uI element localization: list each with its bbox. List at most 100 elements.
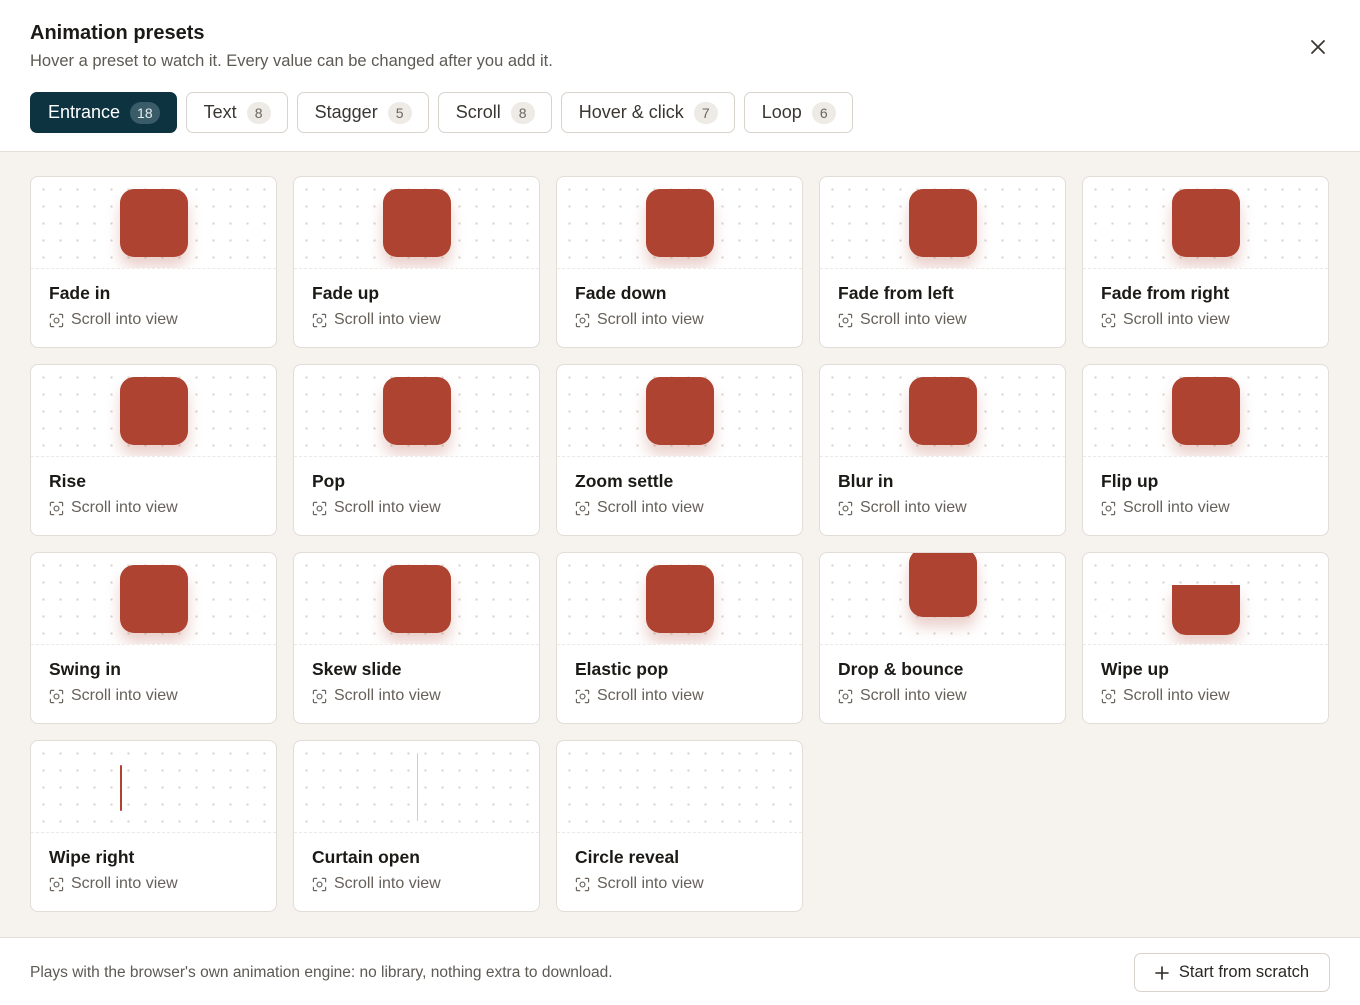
- preset-card-skew-slide[interactable]: Skew slide Scroll into view: [293, 552, 540, 724]
- preview-shape: [417, 753, 418, 821]
- trigger-label: Scroll into view: [1123, 311, 1230, 328]
- preset-card-fade-in[interactable]: Fade in Scroll into view: [30, 176, 277, 348]
- start-from-scratch-button[interactable]: Start from scratch: [1134, 953, 1330, 992]
- preset-trigger: Scroll into view: [575, 875, 704, 893]
- preset-name: Fade from right: [1101, 283, 1230, 303]
- preset-trigger: Scroll into view: [838, 499, 967, 517]
- tab-stagger[interactable]: Stagger 5: [296, 92, 429, 133]
- preset-card-drop-bounce[interactable]: Drop & bounce Scroll into view: [819, 552, 1066, 724]
- scroll-view-icon: [1101, 501, 1116, 516]
- preset-name: Circle reveal: [575, 847, 680, 867]
- scroll-view-icon: [1101, 313, 1116, 328]
- scroll-view-icon: [575, 689, 590, 704]
- preview-stage: [557, 553, 802, 645]
- tab-label: Text: [203, 102, 237, 122]
- preset-trigger: Scroll into view: [838, 687, 967, 705]
- preset-card-fade-down[interactable]: Fade down Scroll into view: [556, 176, 803, 348]
- preview-shape: [646, 565, 714, 633]
- preset-card-wipe-right[interactable]: Wipe right Scroll into view: [30, 740, 277, 912]
- close-button[interactable]: [1304, 33, 1332, 61]
- tab-label: Hover & click: [578, 102, 684, 122]
- start-from-scratch-label: Start from scratch: [1178, 963, 1310, 981]
- scroll-view-icon: [49, 313, 64, 328]
- preview-shape: [120, 765, 122, 811]
- preset-card-fade-from-left[interactable]: Fade from left Scroll into view: [819, 176, 1066, 348]
- preset-card-fade-from-right[interactable]: Fade from right Scroll into view: [1082, 176, 1329, 348]
- preset-card-elastic-pop[interactable]: Elastic pop Scroll into view: [556, 552, 803, 724]
- scroll-view-icon: [575, 313, 590, 328]
- preview-stage: [31, 741, 276, 833]
- trigger-label: Scroll into view: [334, 499, 441, 516]
- trigger-label: Scroll into view: [334, 311, 441, 328]
- trigger-label: Scroll into view: [597, 499, 704, 516]
- preset-name: Swing in: [49, 659, 121, 679]
- preview-shape: [1172, 189, 1240, 257]
- scroll-view-icon: [312, 313, 327, 328]
- preset-name: Rise: [49, 471, 86, 491]
- scroll-view-icon: [575, 877, 590, 892]
- preset-name: Skew slide: [312, 659, 402, 679]
- preset-card-blur-in[interactable]: Blur in Scroll into view: [819, 364, 1066, 536]
- trigger-label: Scroll into view: [71, 875, 178, 892]
- preset-trigger: Scroll into view: [312, 499, 441, 517]
- preview-stage: [31, 177, 276, 269]
- preset-name: Zoom settle: [575, 471, 674, 491]
- preset-card-zoom-settle[interactable]: Zoom settle Scroll into view: [556, 364, 803, 536]
- preview-shape: [383, 377, 451, 445]
- preview-shape: [120, 189, 188, 257]
- preview-stage: [294, 177, 539, 269]
- preset-trigger: Scroll into view: [49, 875, 178, 893]
- preset-trigger: Scroll into view: [49, 311, 178, 329]
- scroll-view-icon: [1101, 689, 1116, 704]
- tab-count-badge: 6: [811, 101, 836, 124]
- category-tabs: Entrance 18 Text 8 Stagger 5 Scroll 8 Hover & cl…: [30, 92, 853, 133]
- preset-card-wipe-up[interactable]: Wipe up Scroll into view: [1082, 552, 1329, 724]
- preset-card-flip-up[interactable]: Flip up Scroll into view: [1082, 364, 1329, 536]
- animation-presets-dialog: Animation presets Hover a preset to watc…: [0, 0, 1360, 1005]
- trigger-label: Scroll into view: [334, 687, 441, 704]
- preview-stage: [294, 365, 539, 457]
- preset-trigger: Scroll into view: [312, 687, 441, 705]
- tab-count-badge: 7: [693, 101, 718, 124]
- trigger-label: Scroll into view: [1123, 499, 1230, 516]
- preset-card-swing-in[interactable]: Swing in Scroll into view: [30, 552, 277, 724]
- scroll-view-icon: [312, 877, 327, 892]
- preview-stage: [820, 365, 1065, 457]
- tab-entrance[interactable]: Entrance 18: [30, 92, 177, 133]
- preset-name: Fade down: [575, 283, 667, 303]
- preset-card-circle-reveal[interactable]: Circle reveal Scroll into view: [556, 740, 803, 912]
- preset-trigger: Scroll into view: [1101, 687, 1230, 705]
- preview-stage: [557, 741, 802, 833]
- preset-trigger: Scroll into view: [838, 311, 967, 329]
- tab-text[interactable]: Text 8: [185, 92, 288, 133]
- preset-card-curtain-open[interactable]: Curtain open Scroll into view: [293, 740, 540, 912]
- trigger-label: Scroll into view: [597, 311, 704, 328]
- dialog-subtitle: Hover a preset to watch it. Every value …: [30, 52, 553, 70]
- preset-card-rise[interactable]: Rise Scroll into view: [30, 364, 277, 536]
- trigger-label: Scroll into view: [71, 687, 178, 704]
- preset-trigger: Scroll into view: [575, 499, 704, 517]
- preview-shape: [646, 189, 714, 257]
- trigger-label: Scroll into view: [1123, 687, 1230, 704]
- preview-stage: [294, 741, 539, 833]
- preview-stage: [31, 365, 276, 457]
- trigger-label: Scroll into view: [334, 875, 441, 892]
- preset-name: Drop & bounce: [838, 659, 964, 679]
- tab-count-badge: 18: [130, 101, 160, 124]
- tab-label: Scroll: [455, 102, 501, 122]
- trigger-label: Scroll into view: [860, 499, 967, 516]
- preset-card-pop[interactable]: Pop Scroll into view: [293, 364, 540, 536]
- tab-hover-click[interactable]: Hover & click 7: [560, 92, 735, 133]
- tab-label: Loop: [761, 102, 802, 122]
- trigger-label: Scroll into view: [860, 311, 967, 328]
- preset-card-fade-up[interactable]: Fade up Scroll into view: [293, 176, 540, 348]
- tab-loop[interactable]: Loop 6: [743, 92, 853, 133]
- tab-scroll[interactable]: Scroll 8: [437, 92, 552, 133]
- preset-trigger: Scroll into view: [49, 687, 178, 705]
- preset-name: Fade up: [312, 283, 380, 303]
- preview-shape: [383, 565, 451, 633]
- scroll-view-icon: [49, 877, 64, 892]
- scroll-view-icon: [49, 501, 64, 516]
- tab-count-badge: 8: [510, 101, 535, 124]
- scroll-view-icon: [49, 689, 64, 704]
